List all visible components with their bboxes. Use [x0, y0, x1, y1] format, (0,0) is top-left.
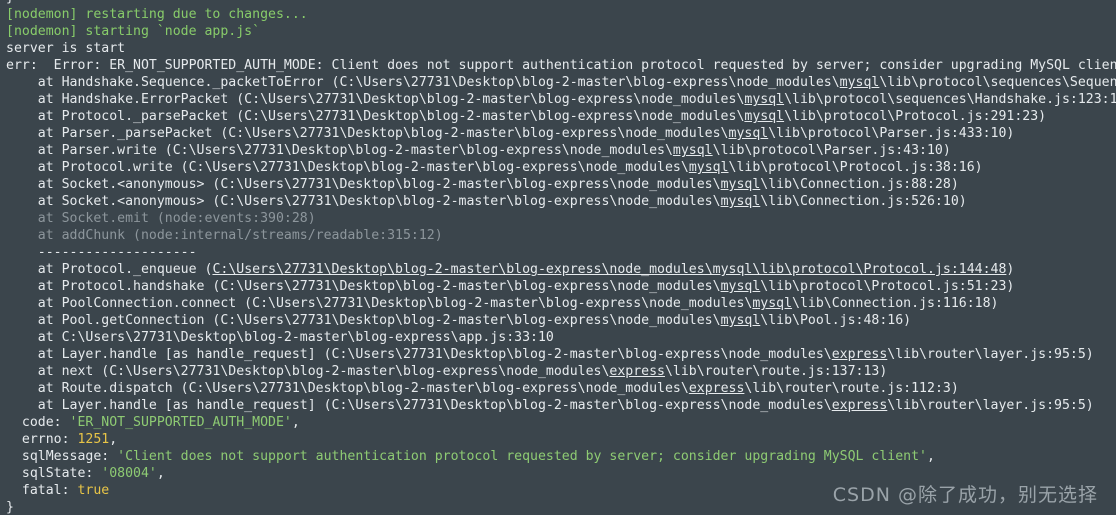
line-nodemon-starting: [nodemon] starting `node app.js` — [6, 24, 261, 39]
line-err-header: err: Error: ER_NOT_SUPPORTED_AUTH_MODE: … — [6, 58, 1116, 73]
stack-next: at next (C:\Users\27731\Desktop\blog-2-m… — [6, 363, 1116, 380]
stack-layer-handle-2-suffix: \lib\router\layer.js:95:5) — [887, 398, 1094, 413]
stack-parser-parsepacket: at Parser._parsePacket (C:\Users\27731\D… — [6, 125, 1116, 142]
stack-handshake-sequence-packettoerror-prefix: at Handshake.Sequence._packetToError (C:… — [6, 75, 840, 90]
stack-pool-getconnection-link[interactable]: mysql — [721, 313, 761, 328]
stack-socket-anonymous-2-suffix: \lib\Connection.js:526:10) — [760, 194, 967, 209]
stack-parser-write-link[interactable]: mysql — [673, 143, 713, 158]
terminal-output: }[nodemon] restarting due to changes...[… — [6, 0, 1116, 515]
stack-handshake-sequence-packettoerror-link[interactable]: mysql — [840, 75, 880, 90]
prop-code: code: 'ER_NOT_SUPPORTED_AUTH_MODE', — [6, 414, 1116, 431]
stack-handshake-errorpacket: at Handshake.ErrorPacket (C:\Users\27731… — [6, 91, 1116, 108]
csdn-watermark: CSDN @除了成功，别无选择 — [832, 484, 1098, 506]
prop-errno-value: 1251 — [77, 432, 110, 447]
prop-code-value: 'ER_NOT_SUPPORTED_AUTH_MODE' — [69, 415, 292, 430]
stack-next-prefix: at next (C:\Users\27731\Desktop\blog-2-m… — [6, 364, 610, 379]
stack-protocol-enqueue-suffix: ) — [1006, 262, 1015, 277]
stack-socket-anonymous-1-suffix: \lib\Connection.js:88:28) — [760, 177, 959, 192]
prop-errno: errno: 1251, — [6, 431, 1116, 448]
stack-socket-anonymous-1-link[interactable]: mysql — [721, 177, 761, 192]
stack-divider: -------------------- — [6, 245, 197, 260]
stack-protocol-parsepacket-prefix: at Protocol._parsePacket (C:\Users\27731… — [6, 109, 745, 124]
stack-app-js: at C:\Users\27731\Desktop\blog-2-master\… — [6, 330, 554, 345]
stack-protocol-handshake-prefix: at Protocol.handshake (C:\Users\27731\De… — [6, 279, 721, 294]
stack-parser-write-suffix: \lib\protocol\Parser.js:43:10) — [712, 143, 951, 158]
stack-poolconnection-connect: at PoolConnection.connect (C:\Users\2773… — [6, 295, 1116, 312]
prop-sqlmessage-key: sqlMessage: — [6, 449, 118, 464]
stack-layer-handle-1-link[interactable]: express — [832, 347, 888, 362]
stack-route-dispatch-prefix: at Route.dispatch (C:\Users\27731\Deskto… — [6, 381, 689, 396]
stack-layer-handle-1: at Layer.handle [as handle_request] (C:\… — [6, 346, 1116, 363]
stack-poolconnection-connect-prefix: at PoolConnection.connect (C:\Users\2773… — [6, 296, 753, 311]
terminal-window[interactable]: }[nodemon] restarting due to changes...[… — [0, 0, 1116, 515]
stack-protocol-handshake-suffix: \lib\protocol\Protocol.js:51:23) — [760, 279, 1015, 294]
prop-sqlmessage-suffix: , — [927, 449, 935, 464]
prop-sqlmessage-value: 'Client does not support authentication … — [117, 449, 927, 464]
prop-sqlstate-key: sqlState: — [6, 466, 102, 481]
stack-protocol-write-link[interactable]: mysql — [689, 160, 729, 175]
stack-poolconnection-connect-link[interactable]: mysql — [752, 296, 792, 311]
stack-parser-write: at Parser.write (C:\Users\27731\Desktop\… — [6, 142, 1116, 159]
stack-handshake-errorpacket-link[interactable]: mysql — [744, 92, 784, 107]
prop-fatal-key: fatal: — [6, 483, 78, 498]
stack-parser-parsepacket-suffix: \lib\protocol\Parser.js:433:10) — [768, 126, 1015, 141]
stack-layer-handle-1-suffix: \lib\router\layer.js:95:5) — [887, 347, 1094, 362]
stack-protocol-handshake: at Protocol.handshake (C:\Users\27731\De… — [6, 278, 1116, 295]
stack-protocol-parsepacket: at Protocol._parsePacket (C:\Users\27731… — [6, 108, 1116, 125]
stack-layer-handle-2-prefix: at Layer.handle [as handle_request] (C:\… — [6, 398, 832, 413]
prop-sqlmessage: sqlMessage: 'Client does not support aut… — [6, 448, 1116, 465]
stack-protocol-handshake-link[interactable]: mysql — [721, 279, 761, 294]
stack-next-link[interactable]: express — [609, 364, 665, 379]
stack-next-suffix: \lib\router\route.js:137:13) — [664, 364, 888, 379]
line-nodemon-restarting: [nodemon] restarting due to changes... — [6, 7, 308, 22]
stack-pool-getconnection: at Pool.getConnection (C:\Users\27731\De… — [6, 312, 1116, 329]
stack-handshake-sequence-packettoerror-suffix: \lib\protocol\sequences\Sequence.js:47:1… — [879, 75, 1116, 90]
stack-parser-parsepacket-link[interactable]: mysql — [729, 126, 769, 141]
stack-protocol-enqueue-link[interactable]: C:\Users\27731\Desktop\blog-2-master\blo… — [212, 262, 1006, 277]
prop-sqlstate-suffix: , — [156, 466, 165, 481]
prop-code-suffix: , — [291, 415, 300, 430]
stack-handshake-errorpacket-prefix: at Handshake.ErrorPacket (C:\Users\27731… — [6, 92, 745, 107]
stack-parser-parsepacket-prefix: at Parser._parsePacket (C:\Users\27731\D… — [6, 126, 729, 141]
stack-layer-handle-2-link[interactable]: express — [832, 398, 888, 413]
stack-socket-anonymous-1-prefix: at Socket.<anonymous> (C:\Users\27731\De… — [6, 177, 721, 192]
stack-protocol-parsepacket-suffix: \lib\protocol\Protocol.js:291:23) — [784, 109, 1047, 124]
stack-protocol-write-prefix: at Protocol.write (C:\Users\27731\Deskto… — [6, 160, 689, 175]
prop-errno-suffix: , — [109, 432, 118, 447]
stack-socket-anonymous-1: at Socket.<anonymous> (C:\Users\27731\De… — [6, 176, 1116, 193]
stack-handshake-errorpacket-suffix: \lib\protocol\sequences\Handshake.js:123… — [784, 92, 1116, 107]
stack-addchunk: at addChunk (node:internal/streams/reada… — [6, 228, 443, 243]
stack-pool-getconnection-prefix: at Pool.getConnection (C:\Users\27731\De… — [6, 313, 721, 328]
prop-sqlstate-value: '08004' — [101, 466, 157, 481]
stack-socket-anonymous-2-prefix: at Socket.<anonymous> (C:\Users\27731\De… — [6, 194, 721, 209]
stack-handshake-sequence-packettoerror: at Handshake.Sequence._packetToError (C:… — [6, 74, 1116, 91]
prop-errno-key: errno: — [6, 432, 78, 447]
stack-parser-write-prefix: at Parser.write (C:\Users\27731\Desktop\… — [6, 143, 673, 158]
stack-route-dispatch: at Route.dispatch (C:\Users\27731\Deskto… — [6, 380, 1116, 397]
stack-protocol-write: at Protocol.write (C:\Users\27731\Deskto… — [6, 159, 1116, 176]
stack-socket-anonymous-2-link[interactable]: mysql — [721, 194, 761, 209]
stack-layer-handle-1-prefix: at Layer.handle [as handle_request] (C:\… — [6, 347, 832, 362]
stack-route-dispatch-link[interactable]: express — [689, 381, 745, 396]
stack-route-dispatch-suffix: \lib\router\route.js:112:3) — [744, 381, 959, 396]
stack-socket-emit: at Socket.emit (node:events:390:28) — [6, 211, 316, 226]
stack-layer-handle-2: at Layer.handle [as handle_request] (C:\… — [6, 397, 1116, 414]
stack-protocol-enqueue: at Protocol._enqueue (C:\Users\27731\Des… — [6, 261, 1116, 278]
stack-pool-getconnection-suffix: \lib\Pool.js:48:16) — [760, 313, 912, 328]
stack-protocol-enqueue-prefix: at Protocol._enqueue ( — [6, 262, 213, 277]
prop-fatal-value: true — [77, 483, 110, 498]
stack-poolconnection-connect-suffix: \lib\Connection.js:116:18) — [792, 296, 999, 311]
stack-socket-anonymous-2: at Socket.<anonymous> (C:\Users\27731\De… — [6, 193, 1116, 210]
stack-protocol-parsepacket-link[interactable]: mysql — [744, 109, 784, 124]
line-server-is-start: server is start — [6, 41, 126, 56]
prop-code-key: code: — [6, 415, 70, 430]
stack-protocol-write-suffix: \lib\protocol\Protocol.js:38:16) — [728, 160, 983, 175]
